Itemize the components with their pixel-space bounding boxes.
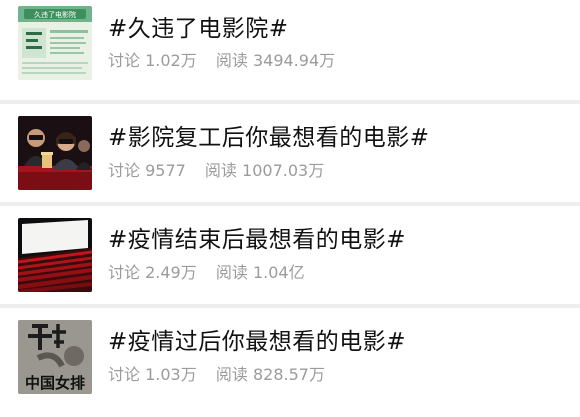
discuss-count: 9577: [145, 161, 186, 180]
discuss-stat: 讨论 9577: [108, 161, 186, 180]
read-label: 阅读: [215, 51, 248, 70]
topic-stats: 讨论 1.03万 阅读 828.57万: [108, 361, 339, 385]
discuss-count: 1.02万: [145, 51, 197, 70]
topic-stats: 讨论 2.49万 阅读 1.04亿: [108, 259, 319, 283]
topic-item[interactable]: #影院复工后你最想看的电影# 讨论 9577 阅读 1007.03万: [0, 104, 580, 202]
audience-3d-glasses-image: [18, 116, 92, 190]
topic-thumbnail[interactable]: [18, 218, 92, 292]
topic-title[interactable]: #疫情过后你最想看的电影#: [108, 322, 406, 356]
topic-item[interactable]: #疫情结束后最想看的电影# 讨论 2.49万 阅读 1.04亿: [0, 206, 580, 304]
topic-thumbnail[interactable]: 久违了电影院: [18, 6, 92, 80]
volleyball-film-poster-image: 中国女排: [18, 320, 92, 394]
discuss-stat: 讨论 1.03万: [108, 365, 197, 384]
topic-list: 久违了电影院 #久违了电影院# 讨论 1.02万 阅读 3494.94万 #影院…: [0, 0, 580, 406]
read-count: 1007.03万: [242, 161, 325, 180]
topic-thumbnail[interactable]: 中国女排: [18, 320, 92, 394]
discuss-label: 讨论: [108, 365, 141, 384]
discuss-count: 1.03万: [145, 365, 197, 384]
empty-cinema-seats-image: [18, 218, 92, 292]
topic-thumbnail[interactable]: [18, 116, 92, 190]
topic-title[interactable]: #久违了电影院#: [108, 9, 289, 43]
read-label: 阅读: [215, 365, 248, 384]
read-label: 阅读: [204, 161, 237, 180]
read-stat: 阅读 828.57万: [216, 365, 325, 384]
read-count: 828.57万: [252, 365, 325, 384]
topic-stats: 讨论 1.02万 阅读 3494.94万: [108, 47, 349, 71]
discuss-label: 讨论: [108, 51, 141, 70]
thumb-poster-title: 中国女排: [25, 374, 85, 392]
read-stat: 阅读 3494.94万: [216, 51, 335, 70]
discuss-stat: 讨论 1.02万: [108, 51, 197, 70]
topic-item[interactable]: 久违了电影院 #久违了电影院# 讨论 1.02万 阅读 3494.94万: [0, 0, 580, 100]
topic-item[interactable]: 中国女排 #疫情过后你最想看的电影# 讨论 1.03万 阅读 828.57万: [0, 308, 580, 406]
discuss-stat: 讨论 2.49万: [108, 263, 197, 282]
read-label: 阅读: [215, 263, 248, 282]
read-stat: 阅读 1007.03万: [205, 161, 324, 180]
discuss-count: 2.49万: [145, 263, 197, 282]
topic-stats: 讨论 9577 阅读 1007.03万: [108, 157, 338, 181]
read-count: 3494.94万: [252, 51, 336, 70]
discuss-label: 讨论: [108, 263, 141, 282]
discuss-label: 讨论: [108, 161, 141, 180]
read-stat: 阅读 1.04亿: [216, 263, 305, 282]
thumb-banner-text: 久违了电影院: [34, 10, 76, 19]
topic-title[interactable]: #影院复工后你最想看的电影#: [108, 118, 430, 152]
read-count: 1.04亿: [252, 263, 305, 282]
topic-title[interactable]: #疫情结束后最想看的电影#: [108, 220, 406, 254]
poster-cinema-reopen-image: 久违了电影院: [18, 6, 92, 80]
